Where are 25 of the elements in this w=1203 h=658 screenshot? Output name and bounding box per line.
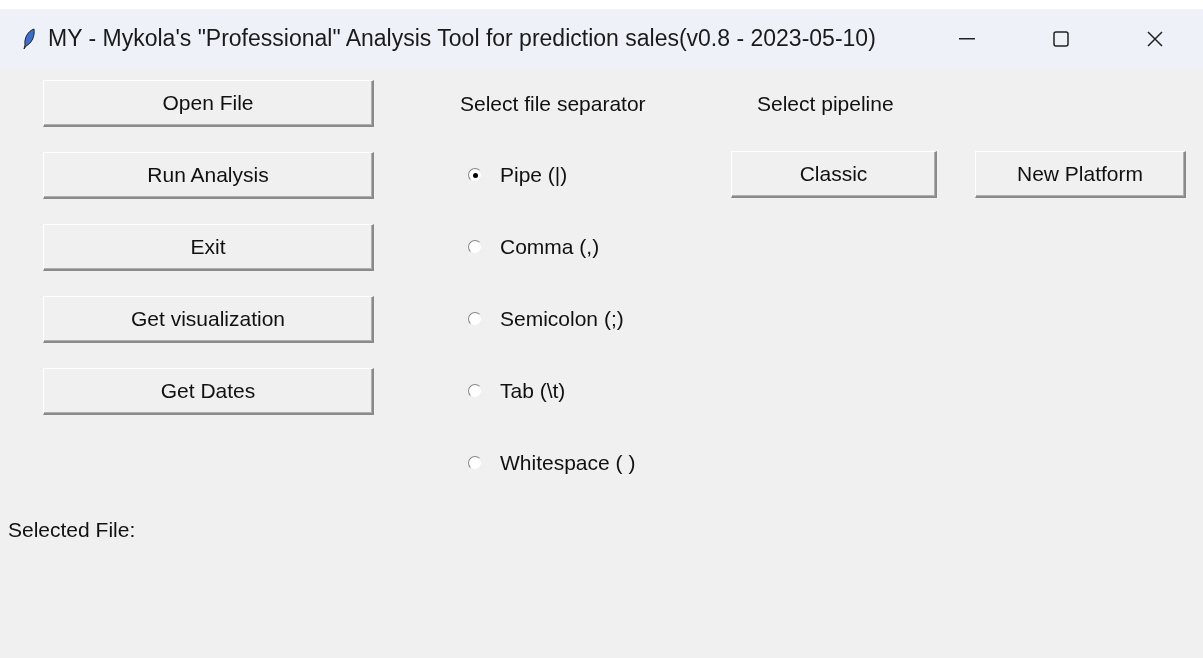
- pipeline-button[interactable]: New Platform: [975, 151, 1186, 198]
- radio-label[interactable]: Pipe (|): [500, 163, 568, 187]
- minimize-icon[interactable]: [959, 37, 975, 40]
- pipeline-button[interactable]: Classic: [731, 151, 937, 198]
- separator-label: Select file separator: [460, 91, 646, 117]
- radio-button[interactable]: [468, 240, 482, 254]
- action-button[interactable]: Run Analysis: [43, 152, 374, 199]
- action-button[interactable]: Get visualization: [43, 296, 374, 343]
- radio-label[interactable]: Semicolon (;): [500, 307, 624, 331]
- radio-button[interactable]: [468, 312, 482, 326]
- radio-label[interactable]: Tab (\t): [500, 379, 566, 403]
- radio-button[interactable]: [468, 456, 482, 470]
- pipeline-label: Select pipeline: [756, 91, 894, 117]
- selected-file-label: Selected File:: [8, 518, 136, 542]
- maximize-icon[interactable]: [1053, 30, 1069, 47]
- action-button[interactable]: Get Dates: [43, 368, 374, 415]
- radio-button[interactable]: [468, 384, 482, 398]
- radio-label[interactable]: Comma (,): [500, 235, 600, 259]
- window-title: MY - Mykola's "Professional" Analysis Tool for prediction sales(v0.8 - 2023-05-10): [48, 25, 876, 52]
- action-button[interactable]: Open File: [43, 80, 374, 127]
- radio-label[interactable]: Whitespace ( ): [500, 451, 636, 475]
- radio-button[interactable]: [468, 168, 482, 182]
- close-icon[interactable]: [1147, 30, 1163, 47]
- feather-icon: [22, 27, 36, 50]
- action-button[interactable]: Exit: [43, 224, 374, 271]
